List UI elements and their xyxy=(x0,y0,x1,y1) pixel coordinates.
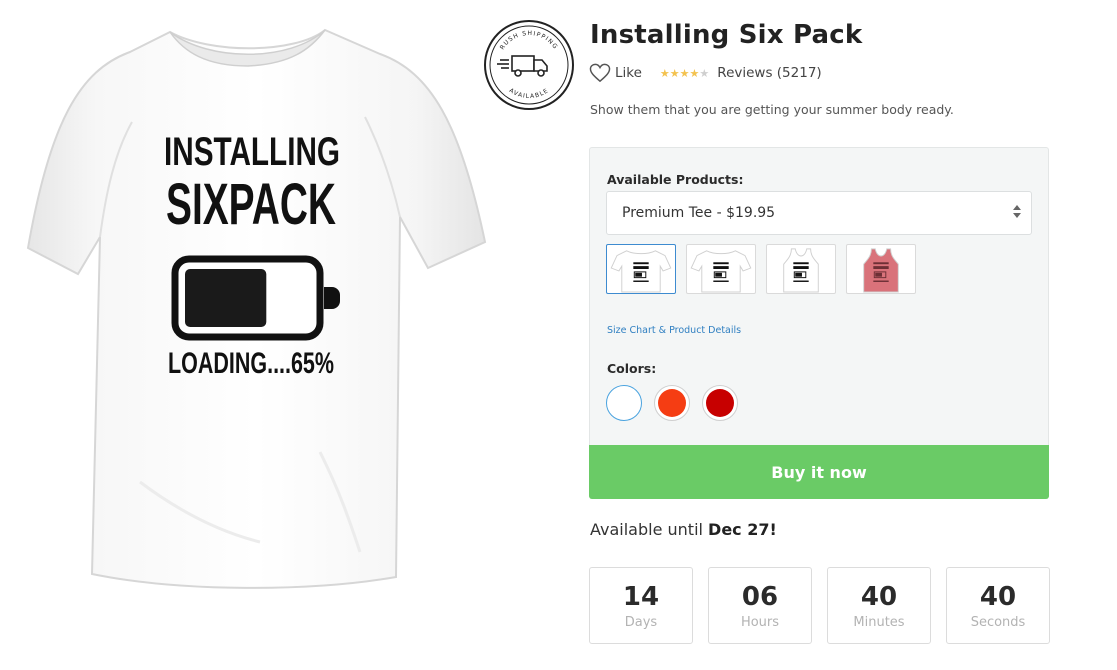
buy-now-button[interactable]: Buy it now xyxy=(589,445,1049,499)
product-options-panel: Available Products: Premium Tee - $19.95… xyxy=(589,147,1049,499)
product-tagline: Show them that you are getting your summ… xyxy=(590,102,954,117)
print-line-3: LOADING....65% xyxy=(168,347,334,380)
star-icon: ★ xyxy=(689,66,700,80)
countdown-value: 40 xyxy=(979,582,1017,612)
countdown-unit: Days xyxy=(624,615,658,630)
product-select[interactable]: Premium Tee - $19.95 xyxy=(606,191,1032,235)
star-icon: ★ xyxy=(669,66,680,80)
countdown-minutes: 40 Minutes xyxy=(827,567,931,644)
availability-date: Dec 27! xyxy=(708,520,777,539)
rating-stars: ★ ★ ★ ★ ★ xyxy=(660,68,709,79)
heart-icon xyxy=(589,63,611,83)
print-line-2: SIXPACK xyxy=(166,172,336,237)
countdown-value: 14 xyxy=(622,582,660,612)
color-swatch[interactable] xyxy=(654,385,690,421)
countdown-value: 40 xyxy=(860,582,898,612)
star-icon: ★ xyxy=(679,66,690,80)
size-chart-link[interactable]: Size Chart & Product Details xyxy=(607,325,741,336)
color-swatch[interactable] xyxy=(702,385,738,421)
color-swatch[interactable] xyxy=(606,385,642,421)
countdown-unit: Minutes xyxy=(853,615,905,630)
like-button[interactable]: Like xyxy=(589,63,642,83)
selected-product: Premium Tee - $19.95 xyxy=(622,205,776,221)
product-image: INSTALLING SIXPACK LOADING....65% xyxy=(20,12,495,597)
product-thumbnail[interactable] xyxy=(606,244,676,294)
product-thumbnails xyxy=(606,244,916,294)
star-icon: ★ xyxy=(659,66,670,80)
rush-shipping-badge: RUSH SHIPPING AVAILABLE xyxy=(482,18,576,112)
availability-prefix: Available until xyxy=(590,520,709,539)
product-meta: Like ★ ★ ★ ★ ★ Reviews (5217) xyxy=(589,62,822,84)
countdown-unit: Seconds xyxy=(970,615,1026,630)
product-thumbnail[interactable] xyxy=(686,244,756,294)
availability-text: Available until Dec 27! xyxy=(590,520,777,539)
countdown-days: 14 Days xyxy=(589,567,693,644)
like-label: Like xyxy=(615,65,642,81)
countdown-timer: 14 Days 06 Hours 40 Minutes 40 Seconds xyxy=(589,567,1050,644)
battery-icon xyxy=(171,255,340,341)
product-thumbnail[interactable] xyxy=(766,244,836,294)
star-icon: ★ xyxy=(699,66,710,80)
product-thumbnail[interactable] xyxy=(846,244,916,294)
available-products-label: Available Products: xyxy=(607,172,744,187)
colors-label: Colors: xyxy=(607,361,657,376)
color-swatches xyxy=(606,385,738,421)
select-arrows-icon xyxy=(1013,205,1021,218)
reviews-link[interactable]: Reviews (5217) xyxy=(717,65,821,81)
countdown-value: 06 xyxy=(741,582,779,612)
countdown-seconds: 40 Seconds xyxy=(946,567,1050,644)
countdown-hours: 06 Hours xyxy=(708,567,812,644)
product-title: Installing Six Pack xyxy=(590,20,863,50)
print-line-1: INSTALLING xyxy=(164,130,340,174)
countdown-unit: Hours xyxy=(740,615,780,630)
